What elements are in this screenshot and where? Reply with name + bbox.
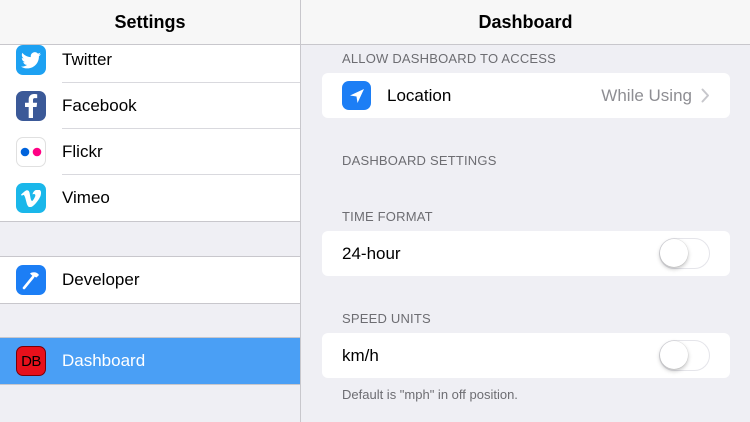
sidebar-item-dashboard[interactable]: DB Dashboard (0, 338, 300, 384)
sidebar: Twitter Facebook Flickr Vimeo Developer … (0, 0, 300, 422)
speed-units-label: km/h (342, 345, 379, 365)
sidebar-item-label: Twitter (62, 50, 113, 69)
twitter-icon (16, 45, 46, 75)
sidebar-item-label: Facebook (62, 96, 137, 115)
section-header-settings: DASHBOARD SETTINGS (342, 153, 497, 168)
sidebar-item-label: Dashboard (62, 351, 146, 370)
location-row[interactable]: Location While Using (322, 73, 730, 118)
time-format-toggle[interactable] (659, 238, 710, 269)
toggle-knob (660, 239, 688, 267)
hammer-icon (16, 265, 46, 295)
detail-pane: ALLOW DASHBOARD TO ACCESS Location While… (301, 46, 750, 422)
sidebar-item-label: Flickr (62, 142, 103, 161)
flickr-icon (16, 137, 46, 167)
chevron-right-icon (701, 88, 709, 103)
sidebar-item-vimeo[interactable]: Vimeo (0, 175, 300, 221)
facebook-icon (16, 91, 46, 121)
location-value: While Using (601, 85, 692, 105)
sidebar-nav-bar: Settings (0, 0, 300, 45)
dashboard-icon-text: DB (21, 352, 41, 370)
speed-units-footnote: Default is "mph" in off position. (342, 387, 518, 402)
sidebar-item-developer[interactable]: Developer (0, 257, 300, 303)
location-label: Location (387, 85, 452, 105)
vimeo-icon (16, 183, 46, 213)
location-arrow-icon (342, 81, 371, 110)
sidebar-item-facebook[interactable]: Facebook (0, 83, 300, 129)
time-format-row: 24-hour (322, 231, 730, 276)
sidebar-item-label: Developer (62, 270, 140, 289)
speed-units-row: km/h (322, 333, 730, 378)
speed-units-toggle[interactable] (659, 340, 710, 371)
sidebar-item-label: Vimeo (62, 188, 110, 207)
section-header-access: ALLOW DASHBOARD TO ACCESS (342, 51, 557, 66)
detail-nav-bar: Dashboard (301, 0, 750, 45)
toggle-knob (660, 341, 688, 369)
dashboard-app-icon: DB (16, 346, 46, 376)
social-accounts-group: Twitter Facebook Flickr Vimeo (0, 36, 300, 222)
app-group: DB Dashboard (0, 337, 300, 385)
time-format-label: 24-hour (342, 243, 401, 263)
section-header-speed-units: SPEED UNITS (342, 311, 431, 326)
section-header-time-format: TIME FORMAT (342, 209, 433, 224)
sidebar-item-flickr[interactable]: Flickr (0, 129, 300, 175)
sidebar-title: Settings (114, 11, 186, 32)
developer-group: Developer (0, 256, 300, 304)
page-title: Dashboard (478, 11, 573, 32)
